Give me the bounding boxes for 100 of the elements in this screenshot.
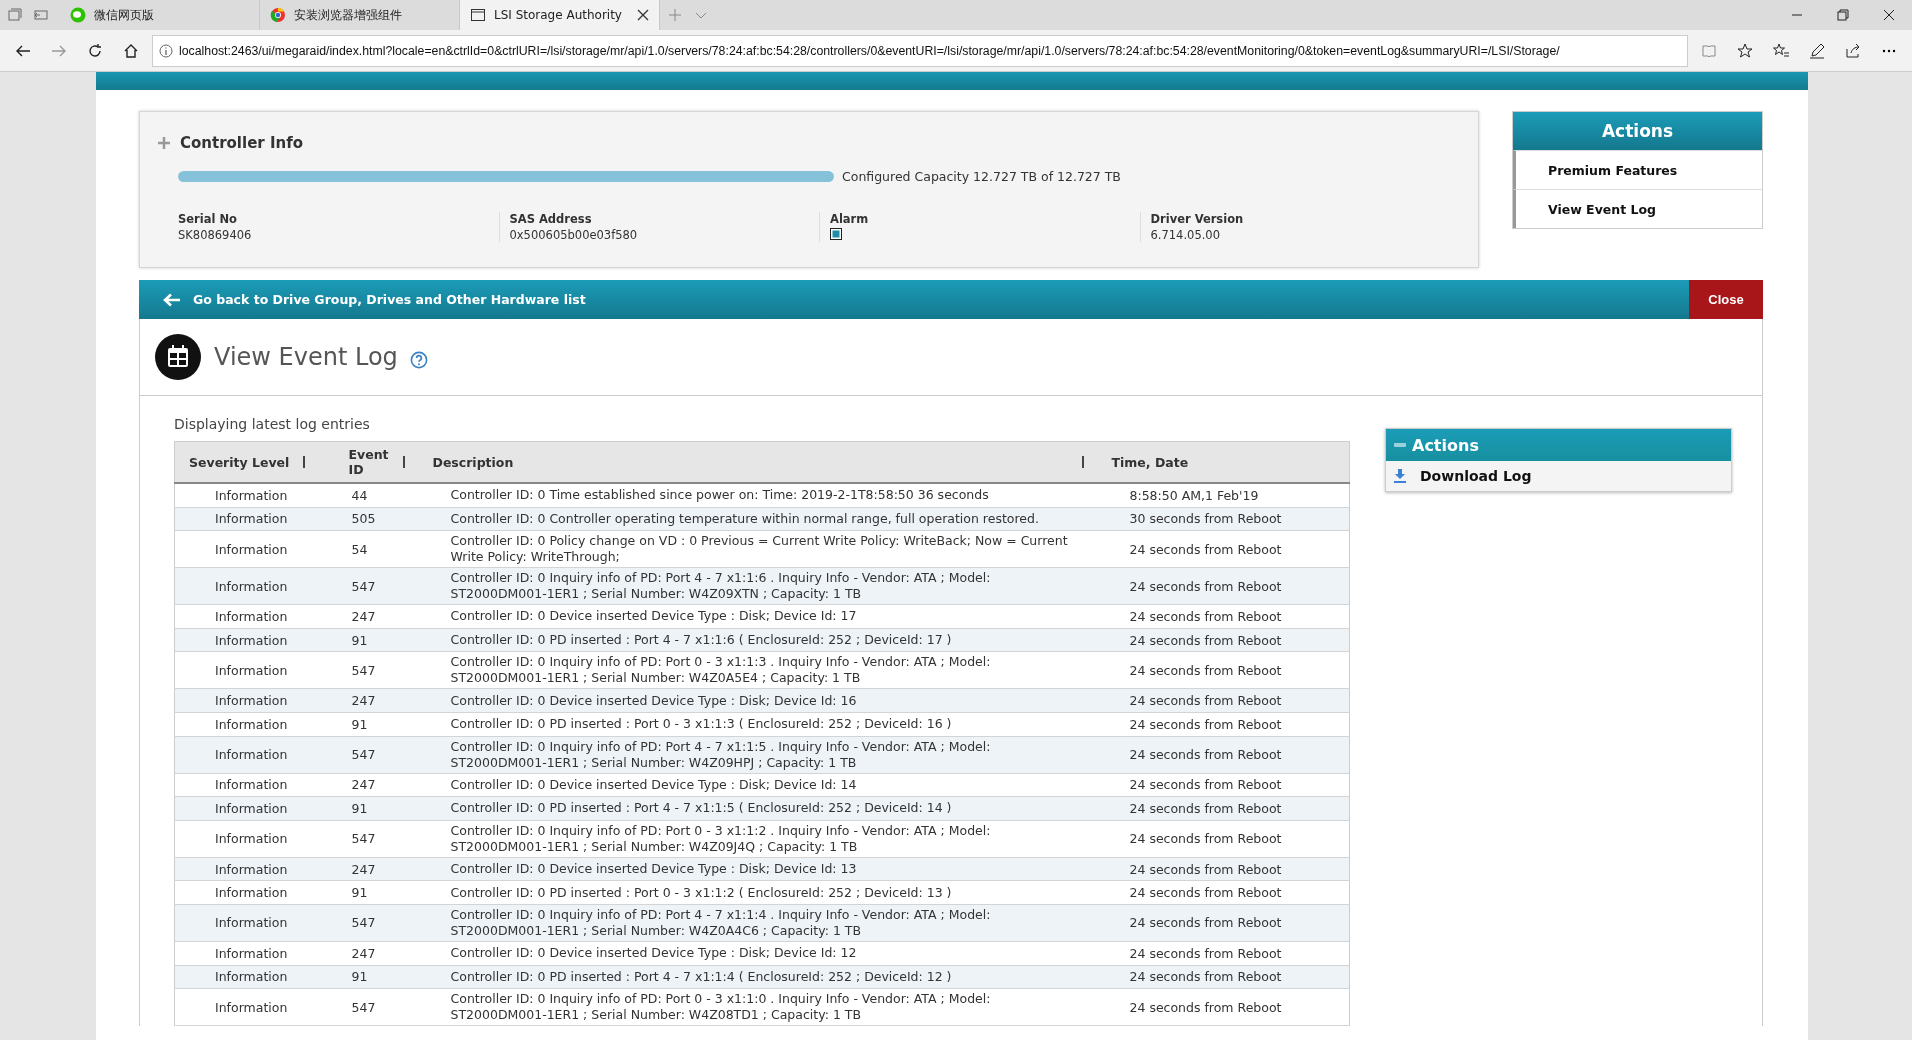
back-link-bar[interactable]: Go back to Drive Group, Drives and Other Hardware list	[139, 280, 1689, 319]
table-cell: 547	[351, 999, 376, 1015]
download-icon	[1394, 469, 1406, 483]
favorites-icon[interactable]	[1773, 42, 1789, 59]
table-cell-text: Controller ID: 0 Time established since power on: Time: 2019-2-1T8:58:50 36 seconds	[450, 487, 990, 504]
table-cell: 547	[351, 831, 376, 847]
table-cell: 24 seconds from Reboot	[1129, 861, 1282, 877]
table-cell: 24 seconds from Reboot	[1129, 831, 1282, 847]
restore-icon[interactable]	[1837, 9, 1849, 21]
chat-icon	[70, 7, 86, 23]
close-icon[interactable]	[1883, 9, 1895, 21]
table-cell-text: Controller ID: 0 PD inserted : Port 0 - 3 x1:1:2 ( EnclosureId: 252 ; DeviceId: 13 )	[450, 884, 953, 901]
address-field[interactable]: localhost:2463/ui/megaraid/index.html?locale=en&ctrlId=0&ctrlURI=/lsi/storage/mr/api/1.0/servers/78:24:af:bc:54:28/controllers/0&eventURI=/lsi/storage/mr/api/1.0/servers/78:24:af:bc:54:28/eventMonitoring/0&token=eventLog&summaryURI=/LSI/Storage/	[152, 34, 1688, 67]
column-header: Time, Date	[1110, 454, 1189, 470]
table-cell: 24 seconds from Reboot	[1129, 662, 1282, 678]
table-cell: 91	[351, 632, 368, 648]
table-cell-text: Controller ID: 0 Device inserted Device Type : Disk; Device Id: 13	[450, 861, 858, 878]
table-cell: 24 seconds from Reboot	[1129, 969, 1282, 985]
calendar-icon	[154, 333, 202, 381]
table-cell: 547	[351, 578, 376, 594]
actions-header: Actions	[1412, 435, 1479, 455]
table-cell: Information	[215, 800, 288, 816]
back-link[interactable]: Go back to Drive Group, Drives and Other Hardware list	[193, 292, 586, 307]
table-cell: 24 seconds from Reboot	[1129, 800, 1282, 816]
pen-icon[interactable]	[1809, 42, 1825, 59]
share-icon[interactable]	[1845, 42, 1861, 59]
table-cell: Information	[215, 632, 288, 648]
table-cell: Information	[215, 915, 288, 931]
table-cell: Information	[215, 885, 288, 901]
table-cell-text: Controller ID: 0 Inquiry info of PD: Port 4 - 7 x1:1:5 . Inquiry Info - Vendor: ATA ; Model: ST2000DM001-1ER1 ; Serial Number: W4Z09HPJ ; Capacity: 1 TB	[450, 738, 992, 771]
action-item[interactable]: Premium Features	[1513, 150, 1762, 189]
table-cell: 24 seconds from Reboot	[1129, 541, 1282, 557]
table-cell: Information	[215, 945, 288, 961]
table-cell: 247	[351, 693, 376, 709]
table-cell: 24 seconds from Reboot	[1129, 747, 1282, 763]
table-cell: 547	[351, 747, 376, 763]
tabs-icon[interactable]	[8, 8, 22, 22]
action-item[interactable]: Download Log	[1386, 461, 1731, 491]
table-cell: 44	[351, 487, 368, 503]
table-cell: 24 seconds from Reboot	[1129, 578, 1282, 594]
checkbox[interactable]	[830, 228, 842, 240]
help-icon[interactable]	[409, 351, 428, 369]
plus-icon[interactable]	[158, 137, 170, 149]
table-cell: 247	[351, 861, 376, 877]
table-cell: 30 seconds from Reboot	[1129, 511, 1282, 527]
browser-icon	[270, 7, 286, 23]
table-cell: 54	[351, 541, 368, 557]
table-cell: Information	[215, 999, 288, 1015]
table-cell: Information	[215, 693, 288, 709]
refresh-icon[interactable]	[87, 42, 103, 59]
table-cell: 24 seconds from Reboot	[1129, 885, 1282, 901]
table-cell: 24 seconds from Reboot	[1129, 609, 1282, 624]
home-icon[interactable]	[123, 42, 139, 59]
field-label: Alarm	[830, 212, 870, 226]
table-cell-text: Controller ID: 0 Inquiry info of PD: Port 4 - 7 x1:1:6 . Inquiry Info - Vendor: ATA ; Model: ST2000DM001-1ER1 ; Serial Number: W4Z09XTN ; Capacity: 1 TB	[450, 570, 992, 603]
close-button[interactable]: Close	[1689, 280, 1763, 319]
table-cell: 24 seconds from Reboot	[1129, 945, 1282, 961]
table-cell: 547	[351, 915, 376, 931]
table-cell-text: Controller ID: 0 PD inserted : Port 4 - 7 x1:1:6 ( EnclosureId: 252 ; DeviceId: 17 )	[450, 632, 953, 649]
panel-title: Controller Info	[180, 134, 304, 152]
table-cell-text: Controller ID: 0 Device inserted Device Type : Disk; Device Id: 14	[450, 776, 858, 793]
table-cell-text: Controller ID: 0 PD inserted : Port 4 - 7 x1:1:5 ( EnclosureId: 252 ; DeviceId: 14 )	[450, 800, 953, 817]
page-title: View Event Log	[214, 343, 398, 371]
table-cell-text: Controller ID: 0 Inquiry info of PD: Port 0 - 3 x1:1:3 . Inquiry Info - Vendor: ATA ; Model: ST2000DM001-1ER1 ; Serial Number: W4Z0A5E4 ; Capacity: 1 TB	[450, 654, 992, 687]
actions-header: Actions	[1513, 112, 1762, 150]
table-cell: 247	[351, 777, 376, 793]
table-cell-text: Controller ID: 0 Inquiry info of PD: Port 0 - 3 x1:1:0 . Inquiry Info - Vendor: ATA ; Model: ST2000DM001-1ER1 ; Serial Number: W4Z08TD1 ; Capacity: 1 TB	[450, 991, 992, 1024]
field-label: SAS Address	[509, 212, 593, 226]
tab-aside-icon[interactable]	[34, 8, 48, 22]
table-cell-text: Controller ID: 0 Device inserted Device Type : Disk; Device Id: 16	[450, 692, 858, 709]
column-header: Description	[431, 454, 514, 470]
action-item[interactable]: View Event Log	[1513, 189, 1762, 228]
table-cell-text: Controller ID: 0 Device inserted Device Type : Disk; Device Id: 12	[450, 945, 858, 962]
table-cell-text: Controller ID: 0 Inquiry info of PD: Port 0 - 3 x1:1:2 . Inquiry Info - Vendor: ATA ; Model: ST2000DM001-1ER1 ; Serial Number: W4Z09J4Q ; Capacity: 1 TB	[450, 822, 992, 855]
star-icon[interactable]	[1737, 42, 1753, 59]
table-cell: 505	[351, 511, 376, 527]
table-cell-text: Controller ID: 0 Device inserted Device Type : Disk; Device Id: 17	[450, 608, 858, 625]
column-header: Event ID	[347, 447, 389, 477]
info-icon	[159, 43, 173, 58]
table-cell: Information	[215, 541, 288, 557]
arrow-left-icon	[163, 292, 181, 307]
table-cell-text: Controller ID: 0 PD inserted : Port 4 - 7 x1:1:4 ( EnclosureId: 252 ; DeviceId: 12 )	[450, 968, 953, 985]
table-cell: 91	[351, 885, 368, 901]
close-icon[interactable]	[637, 9, 649, 21]
table-cell: 24 seconds from Reboot	[1129, 915, 1282, 931]
table-cell: 91	[351, 969, 368, 985]
field-value: SK80869406	[178, 228, 253, 242]
browser-tab[interactable]: LSI Storage Authority	[460, 0, 660, 30]
table-cell: 91	[351, 800, 368, 816]
table-cell-text: Controller ID: 0 Inquiry info of PD: Port 4 - 7 x1:1:4 . Inquiry Info - Vendor: ATA ; Model: ST2000DM001-1ER1 ; Serial Number: W4Z0A4C6 ; Capacity: 1 TB	[450, 906, 992, 939]
table-cell: Information	[215, 861, 288, 877]
table-cell: 547	[351, 662, 376, 678]
page-icon	[470, 7, 486, 23]
field-label: Driver Version	[1150, 212, 1245, 226]
table-cell: Information	[215, 609, 288, 624]
table-cell: 24 seconds from Reboot	[1129, 999, 1282, 1015]
table-cell: Information	[215, 511, 288, 527]
table-cell: 24 seconds from Reboot	[1129, 716, 1282, 732]
table-cell: 24 seconds from Reboot	[1129, 632, 1282, 648]
table-cell: 91	[351, 716, 368, 732]
